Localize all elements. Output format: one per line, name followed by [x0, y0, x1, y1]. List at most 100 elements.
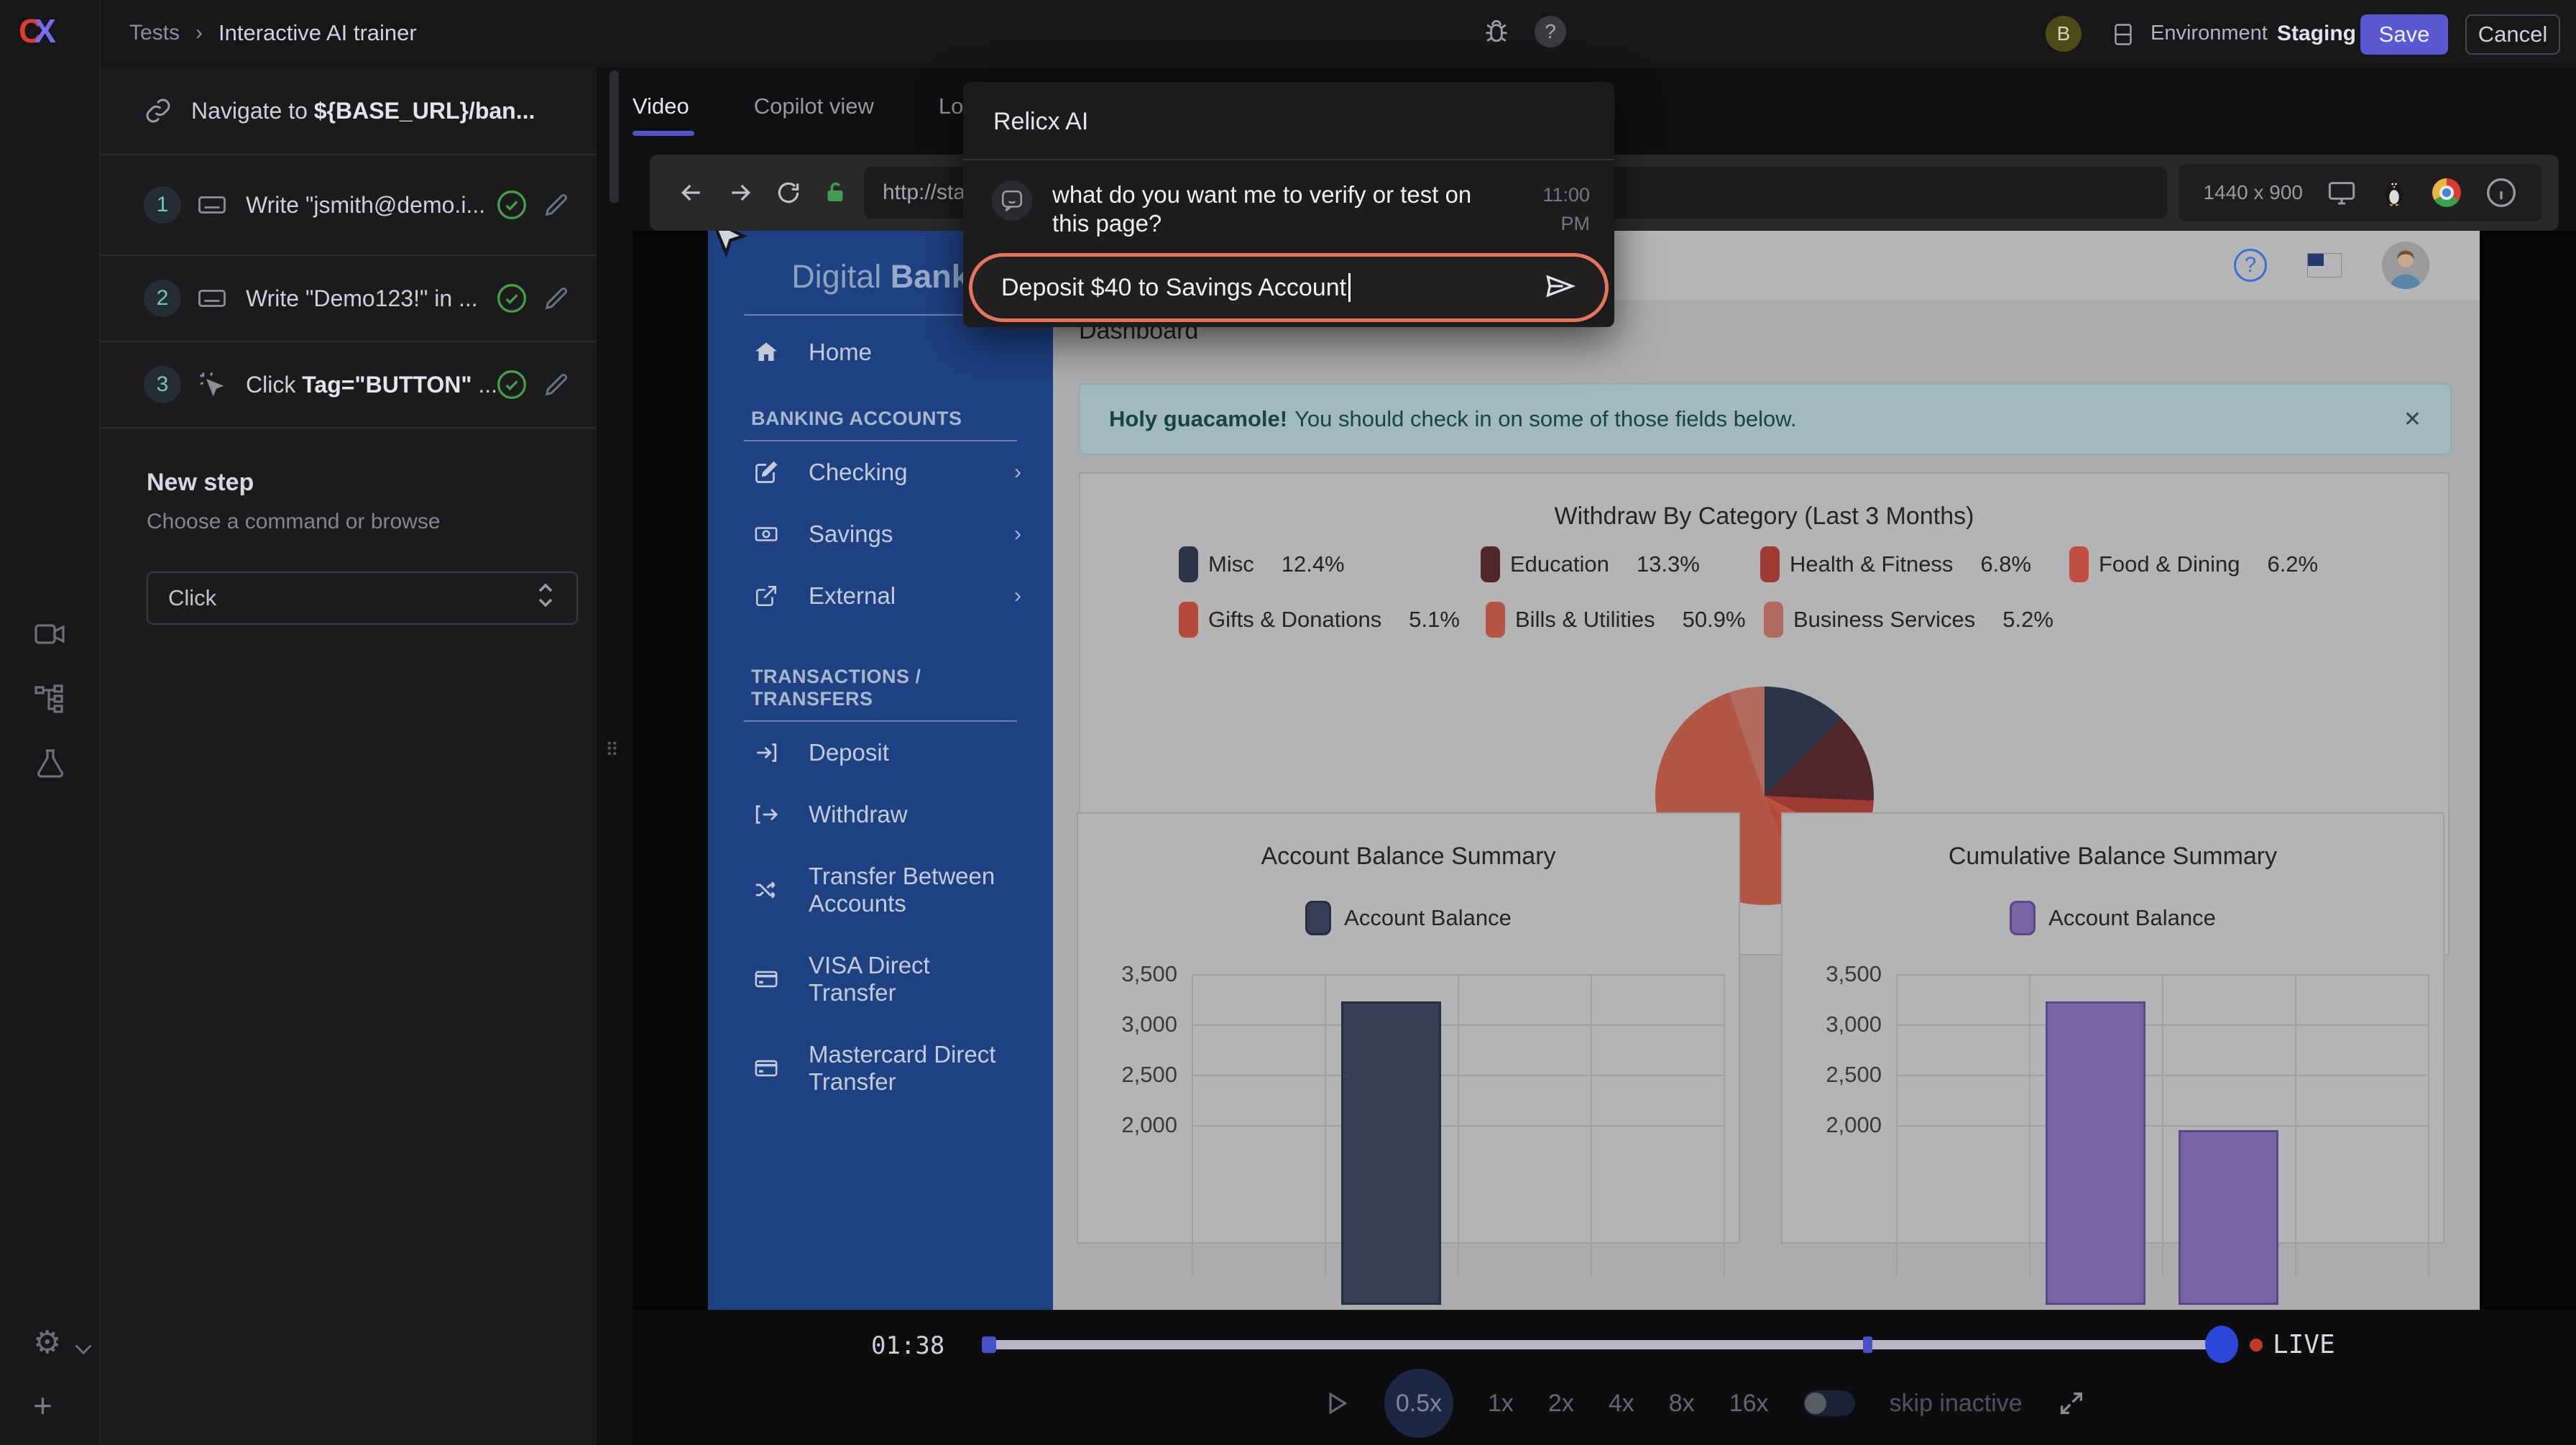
bank-nav-visa-transfer[interactable]: VISA Direct Transfer	[708, 935, 1053, 1024]
gridline	[1325, 974, 1326, 1276]
scrollbar-thumb[interactable]	[610, 70, 619, 203]
speed-4x[interactable]: 4x	[1609, 1390, 1634, 1418]
check-circle-icon	[496, 189, 528, 221]
cancel-button[interactable]: Cancel	[2465, 14, 2560, 55]
gridline	[1192, 974, 1193, 1276]
y-axis-tick: 2,000	[1084, 1112, 1177, 1138]
ai-prompt-value: Deposit $40 to Savings Account	[1001, 274, 1346, 302]
chevron-down-icon[interactable]	[70, 1331, 96, 1366]
bank-nav-checking[interactable]: Checking ›	[708, 441, 1053, 503]
speed-2x[interactable]: 2x	[1548, 1390, 1574, 1418]
pie-legend-item[interactable]: Misc 12.4%	[1179, 546, 1345, 582]
save-button[interactable]: Save	[2360, 14, 2448, 55]
bank-dashboard: Dashboard Holy guacamole! You should che…	[1053, 300, 2480, 1310]
send-icon[interactable]	[1545, 270, 1576, 306]
shuffle-icon	[751, 878, 781, 902]
step-row-2[interactable]: 2 Write "Demo123!" in ...	[101, 256, 597, 342]
edit-pencil-icon[interactable]	[542, 284, 571, 313]
keyboard-icon	[197, 190, 227, 220]
timeline-handle[interactable]	[2205, 1326, 2238, 1363]
viewport-info-cluster: 1440 x 900	[2179, 164, 2542, 221]
y-axis-tick: 3,500	[1788, 961, 1882, 987]
bar-chart-legend: Account Balance	[1782, 901, 2443, 935]
pie-legend-item[interactable]: Bills & Utilities 50.9%	[1486, 602, 1746, 638]
flask-icon[interactable]	[33, 746, 68, 781]
skip-inactive-toggle[interactable]	[1803, 1390, 1855, 1416]
keyboard-icon	[197, 283, 227, 313]
bar-chart-plot: 3,5003,0002,5002,000	[1192, 974, 1724, 1276]
pie-legend-item[interactable]: Gifts & Donations 5.1%	[1179, 602, 1460, 638]
navigate-step[interactable]: Navigate to ${BASE_URL}/ban...	[101, 68, 597, 155]
bank-nav-deposit[interactable]: Deposit	[708, 722, 1053, 784]
flow-tree-icon[interactable]	[33, 682, 68, 716]
live-label: LIVE	[2273, 1330, 2335, 1359]
speed-16x[interactable]: 16x	[1729, 1390, 1769, 1418]
legend-swatch	[1179, 546, 1198, 582]
dashboard-alert: Holy guacamole! You should check in on s…	[1079, 383, 2452, 455]
timeline-scrubber[interactable]	[983, 1340, 2234, 1349]
help-icon[interactable]: ?	[1535, 16, 1566, 47]
home-icon	[751, 339, 781, 365]
step-row-1[interactable]: 1 Write "jsmith@demo.i...	[101, 155, 597, 256]
bank-nav-transfer[interactable]: Transfer Between Accounts	[708, 845, 1053, 935]
bank-user-avatar[interactable]	[2382, 242, 2429, 289]
credit-card-icon	[751, 967, 781, 991]
legend-value: 50.9%	[1683, 607, 1746, 633]
us-flag-icon[interactable]	[2307, 253, 2342, 277]
forward-icon[interactable]	[726, 178, 755, 207]
chevron-right-icon: ›	[1014, 584, 1021, 608]
edit-pencil-icon[interactable]	[542, 370, 571, 399]
video-camera-icon[interactable]	[33, 617, 68, 651]
video-playback-area[interactable]: Digital Bank Home BANKING ACCOUNTS Check…	[632, 231, 2576, 1310]
pie-legend-item[interactable]: Education 13.3%	[1481, 546, 1700, 582]
message-timestamp: 11:00PM	[1542, 180, 1590, 238]
new-step-subtitle: Choose a command or browse	[147, 510, 565, 534]
alert-close-icon[interactable]: ✕	[2404, 407, 2421, 432]
command-select[interactable]: Click	[147, 572, 578, 625]
step-row-3[interactable]: 3 Click Tag="BUTTON" ...	[101, 342, 597, 428]
tab-video[interactable]: Video	[632, 93, 689, 119]
bank-nav-savings[interactable]: Savings ›	[708, 503, 1053, 565]
skip-inactive-label: skip inactive	[1890, 1390, 2023, 1418]
timeline-event-marker	[1863, 1336, 1872, 1353]
back-icon[interactable]	[677, 178, 706, 207]
avatar[interactable]: B	[2046, 16, 2082, 52]
settings-gear-icon[interactable]: ⚙	[33, 1324, 68, 1359]
bank-help-icon[interactable]: ?	[2234, 249, 2267, 282]
speed-0.5x[interactable]: 0.5x	[1384, 1369, 1453, 1438]
refresh-icon[interactable]	[775, 179, 802, 206]
legend-label: Health & Fitness	[1790, 551, 1953, 577]
bank-nav-home[interactable]: Home	[708, 321, 1053, 383]
bank-nav-external[interactable]: External ›	[708, 565, 1053, 627]
pie-legend-item[interactable]: Business Services 5.2%	[1764, 602, 2053, 638]
edit-pencil-icon[interactable]	[542, 191, 571, 219]
bank-nav-mastercard-transfer[interactable]: Mastercard Direct Transfer	[708, 1024, 1053, 1113]
recorded-cursor-icon	[705, 231, 751, 261]
chevron-right-icon: ›	[1014, 522, 1021, 546]
check-circle-icon	[496, 369, 528, 400]
ai-message: what do you want me to verify or test on…	[992, 180, 1590, 238]
pie-legend-item[interactable]: Food & Dining 6.2%	[2069, 546, 2318, 582]
gridline	[1896, 974, 1898, 1276]
breadcrumb-tests[interactable]: Tests	[129, 21, 180, 45]
bug-icon[interactable]	[1481, 16, 1512, 47]
relicx-ai-title: Relicx AI	[963, 82, 1614, 136]
tab-copilot-view[interactable]: Copilot view	[754, 93, 874, 119]
bank-nav-withdraw[interactable]: Withdraw	[708, 784, 1053, 845]
environment-value[interactable]: Staging	[2277, 22, 2356, 46]
app-logo[interactable]: CX	[19, 12, 53, 50]
legend-swatch	[1179, 602, 1198, 638]
speed-8x[interactable]: 8x	[1669, 1390, 1695, 1418]
live-dot	[2250, 1339, 2263, 1352]
view-tabs: Video Copilot view Log	[632, 78, 976, 135]
chrome-browser-icon	[2432, 178, 2461, 207]
speed-1x[interactable]: 1x	[1488, 1390, 1514, 1418]
legend-swatch	[2069, 546, 2089, 582]
play-icon[interactable]	[1322, 1390, 1350, 1417]
add-button[interactable]: +	[33, 1386, 68, 1421]
info-icon[interactable]	[2485, 177, 2517, 208]
fullscreen-icon[interactable]	[2057, 1389, 2086, 1418]
pie-legend-item[interactable]: Health & Fitness 6.8%	[1760, 546, 2031, 582]
ai-prompt-input[interactable]: Deposit $40 to Savings Account	[969, 253, 1609, 322]
panel-resize-handle[interactable]: ⠿	[605, 743, 624, 784]
